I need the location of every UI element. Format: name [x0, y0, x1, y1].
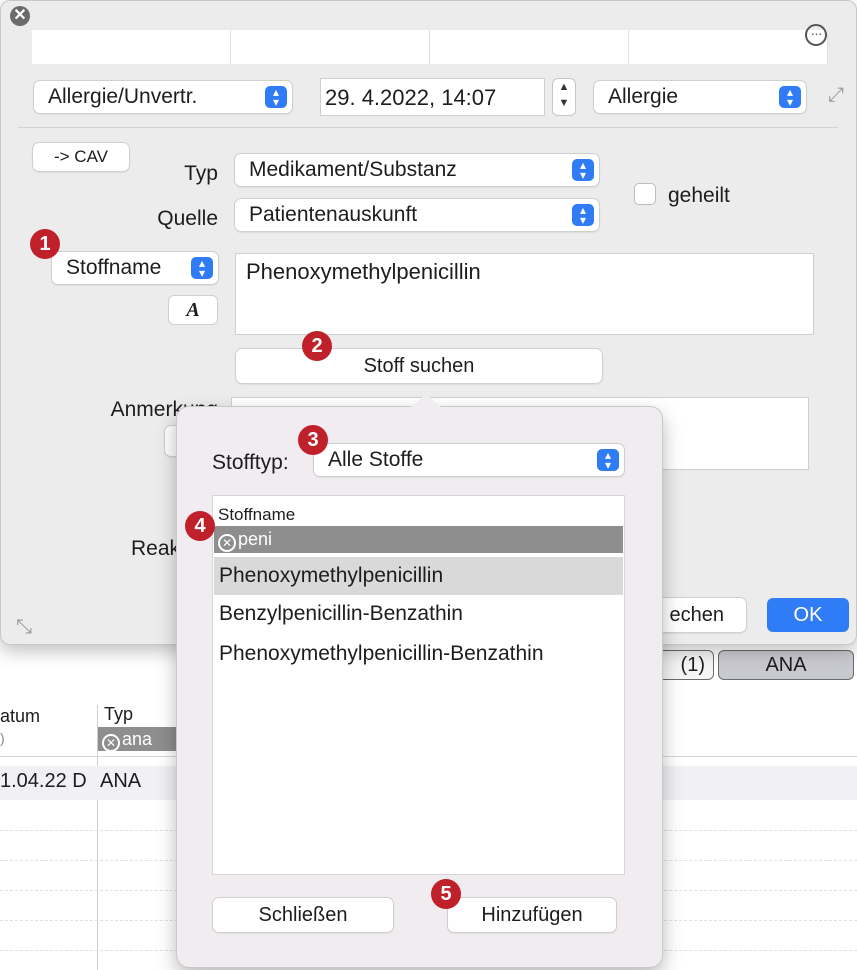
chevron-updown-icon: ▴ ▾	[265, 86, 287, 108]
column-header-typ[interactable]: Typ	[104, 704, 133, 725]
geheilt-label: geheilt	[668, 184, 730, 207]
date-time-field[interactable]: 29. 4.2022, 14:07	[320, 78, 545, 116]
close-icon[interactable]: ✕	[10, 6, 30, 26]
cav-button[interactable]: -> CAV	[33, 143, 129, 171]
font-button[interactable]: A	[169, 296, 217, 324]
resize-icon[interactable]: ⤡	[16, 616, 42, 638]
stoffname-filter-value: peni	[238, 529, 273, 549]
column-header-datum-filter: )	[0, 730, 5, 746]
ok-button[interactable]: OK	[767, 598, 849, 632]
callout-badge-3: 3	[298, 425, 328, 455]
top-fields	[32, 30, 828, 64]
typ-value: Medikament/Substanz	[249, 158, 457, 181]
column-header-stoffname[interactable]: Stoffname	[218, 505, 295, 525]
quelle-value: Patientenauskunft	[249, 203, 418, 226]
more-options-icon[interactable]: ···	[805, 24, 827, 46]
stoff-suchen-button[interactable]: Stoff suchen	[236, 349, 602, 383]
allergy-type-popup[interactable]: Allergie ▴ ▾	[594, 81, 806, 113]
chevron-updown-icon: ▴ ▾	[572, 159, 594, 181]
popover-arrow	[410, 394, 442, 408]
clear-filter-icon[interactable]: ✕	[102, 734, 120, 752]
chevron-updown-icon: ▴ ▾	[597, 449, 619, 471]
stoffname-value: Stoffname	[66, 256, 162, 279]
typ-filter-value: ana	[122, 729, 153, 749]
stoffname-popup[interactable]: Stoffname ▴ ▾	[52, 252, 218, 284]
tab-ana[interactable]: ANA	[718, 650, 854, 680]
reaktion-label: Reak	[130, 537, 180, 560]
stofftyp-value: Alle Stoffe	[328, 448, 424, 471]
quelle-popup[interactable]: Patientenauskunft ▴ ▾	[235, 199, 599, 231]
callout-badge-1: 1	[30, 229, 60, 259]
typ-label: Typ	[184, 162, 218, 185]
callout-badge-5: 5	[431, 879, 461, 909]
list-item[interactable]: Phenoxymethylpenicillin	[214, 557, 623, 595]
quelle-label: Quelle	[157, 207, 218, 230]
chevron-updown-icon: ▴ ▾	[572, 204, 594, 226]
list-item[interactable]: Benzylpenicillin-Benzathin	[214, 595, 623, 633]
column-separator	[97, 705, 98, 970]
stoffname-filter-field[interactable]: ✕ peni	[214, 526, 623, 553]
row-date: 1.04.22 D	[0, 770, 87, 792]
typ-popup[interactable]: Medikament/Substanz ▴ ▾	[235, 154, 599, 186]
geheilt-checkbox[interactable]	[634, 183, 656, 205]
stofftyp-popup[interactable]: Alle Stoffe ▴ ▾	[314, 444, 624, 476]
callout-badge-2: 2	[302, 331, 332, 361]
callout-badge-4: 4	[185, 511, 215, 541]
list-item[interactable]: Phenoxymethylpenicillin-Benzathin	[214, 635, 623, 673]
category-popup[interactable]: Allergie/Unvertr. ▴ ▾	[34, 81, 292, 113]
background-tabs: (1) ANA	[640, 650, 854, 680]
clear-filter-icon[interactable]: ✕	[218, 534, 236, 552]
close-button[interactable]: Schließen	[213, 898, 393, 932]
row-typ: ANA	[100, 770, 142, 792]
stofftyp-label: Stofftyp:	[212, 451, 289, 474]
typ-filter-field[interactable]: ✕ ana	[98, 727, 178, 752]
column-header-datum[interactable]: atum	[0, 706, 40, 727]
allergy-type-value: Allergie	[608, 85, 679, 108]
substance-textbox[interactable]: Phenoxymethylpenicillin	[235, 253, 814, 335]
chevron-updown-icon: ▴ ▾	[191, 257, 213, 279]
add-button[interactable]: Hinzufügen	[448, 898, 616, 932]
divider	[18, 127, 838, 128]
date-stepper[interactable]: ▲ ▼	[552, 78, 576, 116]
expand-icon[interactable]: ⤢	[828, 84, 854, 106]
chevron-updown-icon: ▴ ▾	[779, 86, 801, 108]
category-value: Allergie/Unvertr.	[48, 85, 198, 108]
